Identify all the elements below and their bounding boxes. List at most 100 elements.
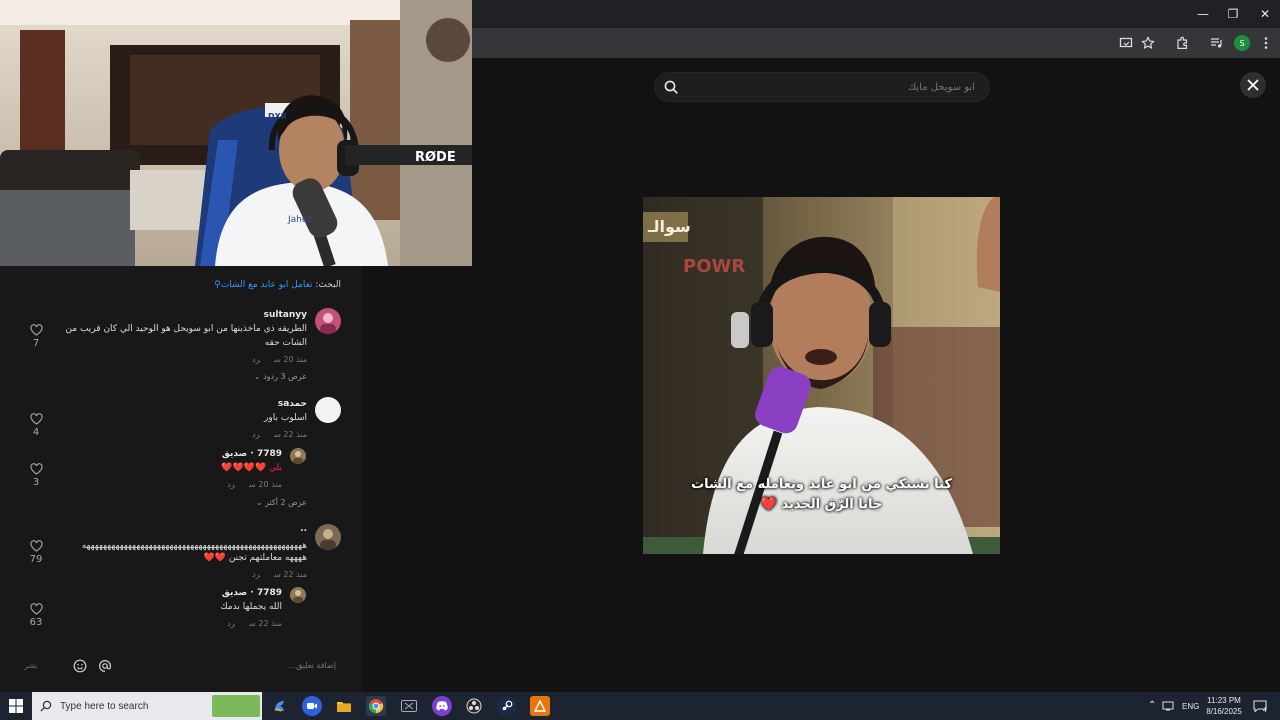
like-button[interactable]: 79: [26, 540, 46, 565]
avatar[interactable]: [290, 587, 306, 603]
avatar[interactable]: [315, 397, 341, 423]
network-icon[interactable]: [1160, 696, 1176, 716]
close-icon: [1247, 79, 1259, 91]
taskbar-search[interactable]: Type here to search: [32, 692, 262, 720]
comment-time: منذ 20 س: [274, 355, 307, 364]
like-button[interactable]: 7: [26, 324, 46, 349]
comment-text: الله يجملها بدمك: [220, 602, 282, 612]
avatar[interactable]: [290, 448, 306, 464]
clock-date[interactable]: 8/16/2025: [1204, 707, 1244, 716]
discord-icon[interactable]: [432, 696, 452, 716]
avatar[interactable]: [315, 524, 341, 550]
file-explorer-icon[interactable]: [334, 696, 354, 716]
comment-meta: منذ 22 س رد: [227, 619, 282, 628]
bookmark-star-icon[interactable]: [1138, 33, 1158, 53]
like-count: 63: [29, 617, 43, 628]
add-comment-input[interactable]: [176, 661, 336, 670]
search-result-query[interactable]: تعامل ابو عابد مع الشات: [221, 280, 313, 290]
svg-text:Jahez: Jahez: [287, 215, 312, 225]
reply-button[interactable]: رد: [227, 619, 235, 628]
cast-icon[interactable]: [1116, 33, 1136, 53]
comment-text: اسلوب باور: [264, 413, 307, 423]
view-replies-button[interactable]: عرض 3 ردود ⌄: [254, 372, 307, 381]
steam-icon[interactable]: [497, 696, 517, 716]
mention-icon[interactable]: [97, 658, 113, 674]
browser-title-bar: — ❐ ✕: [472, 0, 1280, 28]
taskbar-search-text[interactable]: Type here to search: [60, 701, 148, 712]
restore-button[interactable]: ❐: [1218, 0, 1248, 28]
heart-icon: [29, 324, 43, 336]
like-button[interactable]: 3: [26, 463, 46, 488]
media-control-icon[interactable]: [1206, 33, 1226, 53]
clock-time[interactable]: 11:23 PM: [1206, 696, 1242, 705]
svg-text:سوالـ: سوالـ: [647, 217, 691, 236]
browser-toolbar: S: [472, 28, 1280, 58]
extensions-icon[interactable]: [1172, 33, 1192, 53]
comment-meta: منذ 22 س رد: [252, 430, 307, 439]
obs-icon[interactable]: [464, 696, 484, 716]
emoji-icon[interactable]: [72, 658, 88, 674]
heart-icon: [29, 540, 43, 552]
avatar[interactable]: [315, 308, 341, 334]
language-indicator[interactable]: ENG: [1182, 702, 1199, 711]
like-count: 79: [29, 554, 43, 565]
search-icon[interactable]: [663, 79, 679, 95]
comment-text: بلي ❤️❤️❤️❤️: [221, 463, 282, 473]
xbox-icon[interactable]: [399, 696, 419, 716]
post-button[interactable]: نشر: [24, 661, 38, 670]
screen: — ❐ ✕ S ابو سويحل مايك سوالـ POWR كنا نش…: [0, 0, 1280, 720]
webcam-overlay: RØDE Jahez DXR: [0, 0, 472, 266]
search-input[interactable]: [695, 73, 975, 101]
svg-text:POWR: POWR: [683, 256, 745, 277]
reply-button[interactable]: رد: [252, 570, 260, 579]
close-viewer-button[interactable]: [1240, 72, 1266, 98]
search-result-label: البحث:: [315, 280, 341, 290]
reply-button[interactable]: رد: [252, 355, 260, 364]
comment-username[interactable]: 7789 · صديق: [222, 588, 282, 598]
search-small-icon: ⚲: [214, 280, 221, 290]
comment-username[interactable]: sultanyy: [264, 310, 307, 320]
comment-time: منذ 20 س: [249, 480, 282, 489]
reply-button[interactable]: رد: [252, 430, 260, 439]
comment-username[interactable]: 7789 · صديق: [222, 449, 282, 459]
search-highlight-image: [212, 695, 260, 717]
zoom-app-icon[interactable]: [302, 696, 322, 716]
comment-username[interactable]: ..: [300, 524, 307, 534]
like-button[interactable]: 4: [26, 413, 46, 438]
view-more-replies-button[interactable]: عرض 2 أكثر ⌄: [256, 498, 307, 507]
like-count: 3: [32, 477, 40, 488]
search-result-header[interactable]: البحث: تعامل ابو عابد مع الشات⚲: [214, 280, 341, 290]
chrome-icon[interactable]: [366, 696, 386, 716]
heart-icon: [29, 603, 43, 615]
notification-count: 4: [1263, 707, 1267, 714]
more-menu-icon[interactable]: [1256, 33, 1276, 53]
heart-icon: [29, 463, 43, 475]
windows-start-icon[interactable]: [6, 696, 26, 716]
tray-chevron-icon[interactable]: ⌃: [1148, 700, 1156, 711]
minimize-button[interactable]: —: [1188, 0, 1218, 28]
svg-text:DXR: DXR: [268, 112, 287, 121]
comment-text-line2: ههههه معاملتهم تجنن ❤️❤️: [203, 553, 307, 563]
windows-taskbar: Type here to search ⌃ ENG 11:23 PM 8/16/…: [0, 692, 1280, 720]
comment-meta: منذ 20 س رد: [252, 355, 307, 364]
close-window-button[interactable]: ✕: [1250, 0, 1280, 28]
comment-meta: منذ 20 س رد: [227, 480, 282, 489]
video-caption-line2: جانا الرّق الجديد ❤️: [760, 497, 883, 512]
comment-input-bar: نشر: [0, 644, 362, 692]
comment-username[interactable]: حمدsa: [278, 399, 307, 409]
webcam-feed: RØDE Jahez DXR: [0, 0, 472, 266]
comment-time: منذ 22 س: [274, 430, 307, 439]
comment-text: الطريقه ذي ماخذينها من ابو سويحل هو الوح…: [65, 324, 307, 348]
comment-time: منذ 22 س: [274, 570, 307, 579]
like-button[interactable]: 63: [26, 603, 46, 628]
copilot-icon[interactable]: [270, 696, 290, 716]
app-icon-orange[interactable]: [530, 696, 550, 716]
profile-avatar[interactable]: S: [1234, 35, 1250, 51]
search-icon: [40, 700, 52, 712]
svg-text:RØDE: RØDE: [415, 150, 456, 165]
video-player[interactable]: سوالـ POWR كنا نشتكي من ابو عابد وتعامله…: [643, 197, 1000, 554]
reply-button[interactable]: رد: [227, 480, 235, 489]
heart-icon: [29, 413, 43, 425]
like-count: 4: [32, 427, 40, 438]
search-bar[interactable]: [654, 72, 990, 102]
